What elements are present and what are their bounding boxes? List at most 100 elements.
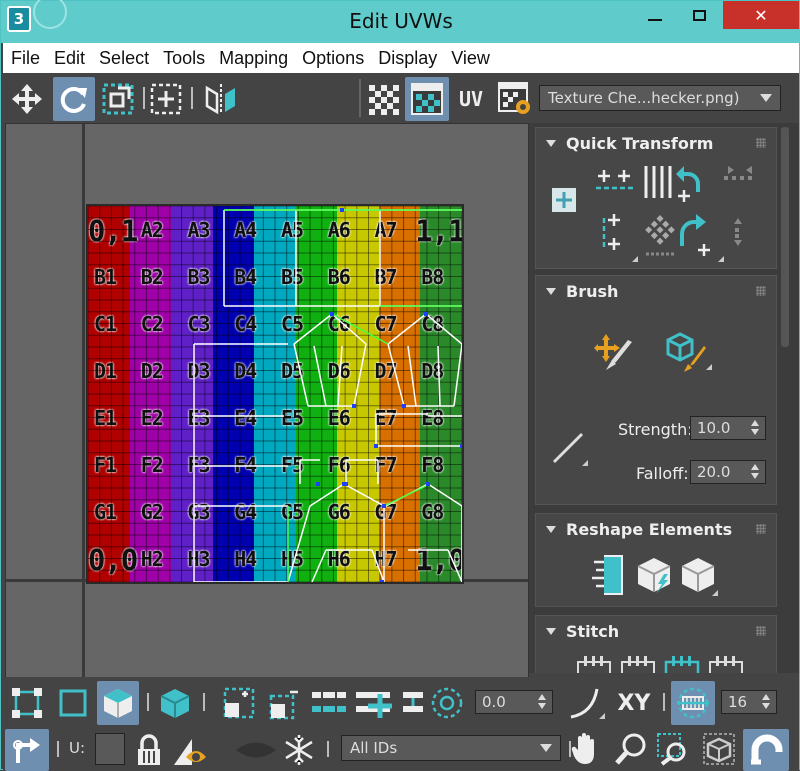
show-map-checker-button[interactable] — [363, 79, 403, 119]
falloff-value: 20.0 — [697, 463, 731, 481]
toolbar-separator — [191, 87, 193, 109]
menu-display[interactable]: Display — [378, 48, 437, 69]
polygon-mode-icon — [104, 689, 132, 718]
hide-button[interactable] — [233, 731, 279, 769]
falloff-type-button[interactable] — [565, 683, 609, 723]
uv-viewport[interactable]: 0,1 A2 A3 A4 A5 A6 A7 1,1 B1 B2 B3 B4 B5 B6 B7 B8 C1 C2 C3… — [5, 123, 529, 770]
straighten-selection-icon[interactable] — [590, 554, 630, 598]
xy-label: XY — [617, 690, 651, 716]
zoom-icon — [615, 733, 646, 765]
brush-falloff-icon[interactable] — [550, 426, 594, 470]
polygon-mode-button[interactable] — [97, 681, 139, 725]
menu-tools[interactable]: Tools — [163, 48, 205, 69]
vertex-mode-icon — [12, 688, 42, 718]
zoom-button[interactable] — [611, 729, 651, 769]
chevron-down-icon — [540, 744, 552, 752]
falloff-label: Falloff: — [636, 464, 689, 483]
rotate-button[interactable] — [53, 77, 95, 121]
material-ids-dropdown[interactable]: All IDs — [341, 735, 561, 761]
rollout-header[interactable]: Reshape Elements — [536, 514, 776, 544]
map-settings-button[interactable] — [495, 79, 535, 119]
pan-button[interactable] — [565, 729, 605, 769]
grid-snap-icon — [677, 687, 709, 719]
edge-loop-icon — [403, 692, 423, 712]
toolbar-separator — [327, 741, 329, 757]
uv-axis-button[interactable]: UV — [451, 79, 491, 119]
close-button[interactable]: ✕ — [723, 1, 799, 29]
soft-selection-button[interactable] — [427, 683, 467, 723]
rollout-title: Brush — [566, 282, 619, 301]
chevron-down-icon — [760, 94, 772, 102]
texture-dropdown[interactable]: Texture Che...hecker.png) — [539, 85, 781, 111]
relax-until-flat-icon[interactable] — [636, 554, 676, 598]
zoom-extents-button[interactable] — [699, 729, 739, 769]
falloff-curve-icon — [570, 688, 605, 719]
zoom-extents-icon — [703, 733, 735, 765]
minimize-button[interactable] — [633, 1, 677, 29]
spinner-arrows-icon[interactable] — [751, 420, 761, 435]
minimize-icon — [648, 19, 662, 21]
paint-move-brush-icon[interactable] — [594, 330, 638, 374]
u-label: U: — [69, 739, 86, 757]
mirror-icon — [205, 84, 235, 115]
close-icon: ✕ — [754, 5, 768, 25]
transform-mode-button[interactable] — [5, 729, 49, 771]
menu-view[interactable]: View — [451, 48, 490, 69]
vertex-mode-button[interactable] — [7, 683, 47, 723]
freeform-mode-icon — [150, 83, 182, 115]
edge-mode-button[interactable] — [53, 683, 93, 723]
strength-spinner[interactable]: 10.0 — [690, 416, 766, 440]
stitch-tools[interactable] — [576, 654, 756, 673]
relax-brush-icon[interactable] — [666, 330, 716, 374]
ring-button[interactable] — [353, 683, 393, 723]
rollout-header[interactable]: Quick Transform — [536, 128, 776, 158]
mirror-button[interactable] — [199, 79, 243, 119]
spinner-arrows-icon[interactable] — [538, 694, 548, 709]
spinner-arrows-icon[interactable] — [751, 464, 761, 479]
edge-loop-button[interactable] — [399, 683, 425, 723]
move-button[interactable] — [7, 79, 47, 119]
zoom-region-button[interactable] — [653, 729, 693, 769]
show-map-button[interactable] — [405, 77, 449, 121]
menu-mapping[interactable]: Mapping — [219, 48, 288, 69]
edge-mode-icon — [59, 689, 87, 717]
collapse-caret-icon — [546, 140, 556, 147]
menu-edit[interactable]: Edit — [54, 48, 85, 69]
u-value-field[interactable] — [95, 733, 125, 765]
menu-options[interactable]: Options — [302, 48, 364, 69]
lock-button[interactable] — [131, 731, 167, 769]
freeform-mode-button[interactable] — [147, 79, 185, 119]
lock-icon — [138, 734, 160, 765]
rotate-cw-icon — [680, 220, 698, 246]
relax-custom-icon[interactable] — [680, 554, 720, 598]
falloff-spinner[interactable]: 20.0 — [690, 460, 766, 484]
spinner-arrows-icon[interactable] — [762, 694, 772, 709]
maximize-button[interactable] — [677, 1, 721, 29]
space-horizontal-icon — [644, 166, 672, 198]
snap-button[interactable] — [743, 729, 789, 771]
toolbar-separator — [663, 693, 665, 711]
freeze-button[interactable] — [279, 731, 319, 769]
angle-value: 0.0 — [482, 693, 506, 711]
element-mode-button[interactable] — [155, 683, 195, 723]
menu-select[interactable]: Select — [99, 48, 149, 69]
rollout-header[interactable]: Brush — [536, 276, 776, 306]
freeform-scale-icon — [102, 83, 134, 115]
shrink-selection-button[interactable] — [265, 683, 305, 723]
menu-bar: File Edit Select Tools Mapping Options D… — [3, 43, 799, 73]
show-hidden-button[interactable] — [171, 731, 211, 769]
soft-selection-value[interactable]: 0.0 — [475, 690, 553, 714]
edit-uvw-grid-button[interactable] — [671, 681, 715, 725]
rollout-header[interactable]: Stitch — [536, 616, 776, 646]
quick-transform-tools — [552, 166, 752, 262]
panel-scrollbar[interactable] — [781, 127, 789, 347]
grow-selection-button[interactable] — [219, 683, 259, 723]
magnet-icon — [751, 734, 783, 765]
loop-button[interactable] — [309, 683, 349, 723]
edit-uvws-window: 3 Edit UVWs ✕ File Edit Select Tools Map… — [0, 0, 800, 771]
menu-file[interactable]: File — [11, 48, 40, 69]
strength-value: 10.0 — [697, 419, 731, 437]
freeform-scale-button[interactable] — [99, 79, 137, 119]
grid-value-spinner[interactable]: 16 — [721, 690, 777, 714]
xy-space-button[interactable]: XY — [609, 683, 659, 723]
